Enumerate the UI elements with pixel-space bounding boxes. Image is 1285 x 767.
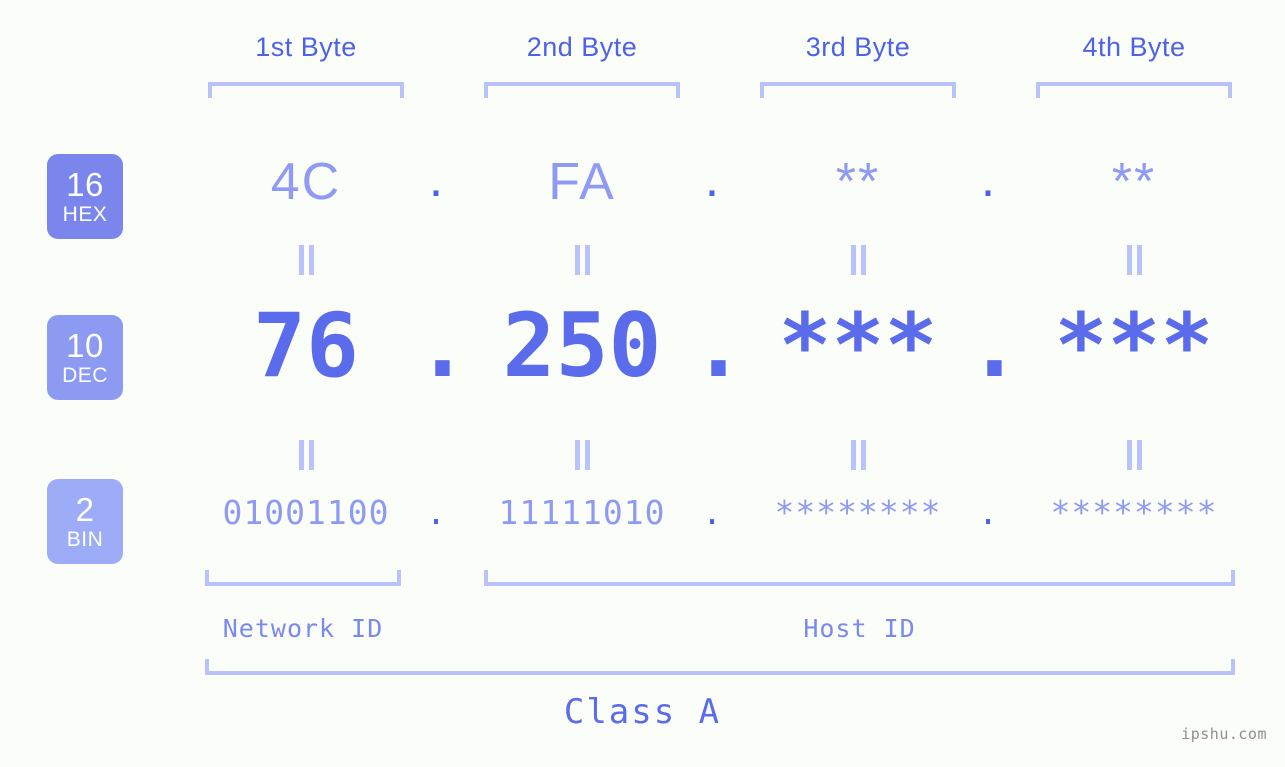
bin-separator-2: .: [702, 493, 722, 532]
hex-separator-2: .: [704, 150, 720, 208]
equals-mark-dec-bin-1: [295, 440, 317, 470]
radix-badge-hex-number: 16: [66, 166, 104, 203]
radix-badge-bin: 2 BIN: [47, 479, 123, 564]
class-bracket: [205, 659, 1235, 675]
radix-badge-dec: 10 DEC: [47, 315, 123, 400]
equals-mark-hex-dec-1: [295, 245, 317, 275]
radix-badge-bin-label: BIN: [66, 528, 104, 551]
bin-byte-4: ********: [1050, 493, 1218, 532]
dec-byte-3: ***: [778, 294, 938, 397]
radix-badge-hex-label: HEX: [62, 203, 108, 226]
hex-byte-4: **: [1111, 153, 1157, 211]
equals-mark-dec-bin-2: [571, 440, 593, 470]
dec-byte-4: ***: [1054, 294, 1214, 397]
byte-bracket-3: [760, 82, 956, 98]
equals-mark-dec-bin-4: [1123, 440, 1145, 470]
byte-bracket-1: [208, 82, 404, 98]
radix-badge-hex: 16 HEX: [47, 154, 123, 239]
bin-byte-2: 11111010: [498, 493, 666, 532]
byte-bracket-2: [484, 82, 680, 98]
equals-mark-dec-bin-3: [847, 440, 869, 470]
equals-mark-hex-dec-3: [847, 245, 869, 275]
host-id-bracket: [484, 570, 1235, 586]
byte-header-4: 4th Byte: [1082, 32, 1186, 62]
dec-separator-1: .: [416, 294, 469, 397]
dec-byte-1: 76: [253, 294, 359, 397]
byte-header-2: 2nd Byte: [526, 32, 638, 62]
bin-byte-3: ********: [774, 493, 942, 532]
hex-separator-3: .: [980, 150, 996, 208]
hex-byte-1: 4C: [270, 153, 342, 211]
byte-header-1: 1st Byte: [255, 32, 357, 62]
equals-mark-hex-dec-4: [1123, 245, 1145, 275]
bin-separator-1: .: [426, 493, 446, 532]
radix-badge-dec-label: DEC: [62, 364, 108, 387]
equals-mark-hex-dec-2: [571, 245, 593, 275]
bin-byte-1: 01001100: [222, 493, 390, 532]
hex-byte-2: FA: [548, 153, 616, 211]
network-id-label: Network ID: [222, 614, 384, 643]
radix-badge-dec-number: 10: [66, 327, 104, 364]
site-watermark: ipshu.com: [1181, 725, 1267, 743]
class-label: Class A: [563, 692, 722, 732]
dec-separator-3: .: [968, 294, 1021, 397]
radix-badge-bin-number: 2: [75, 491, 95, 528]
ip-byte-breakdown-diagram: 1st Byte 2nd Byte 3rd Byte 4th Byte 16 H…: [0, 0, 1285, 767]
byte-bracket-4: [1036, 82, 1232, 98]
network-id-bracket: [205, 570, 401, 586]
dec-separator-2: .: [692, 294, 745, 397]
host-id-label: Host ID: [803, 614, 916, 643]
dec-byte-2: 250: [502, 294, 662, 397]
bin-separator-3: .: [978, 493, 998, 532]
hex-separator-1: .: [428, 150, 444, 208]
byte-header-3: 3rd Byte: [805, 32, 911, 62]
hex-byte-3: **: [835, 153, 881, 211]
